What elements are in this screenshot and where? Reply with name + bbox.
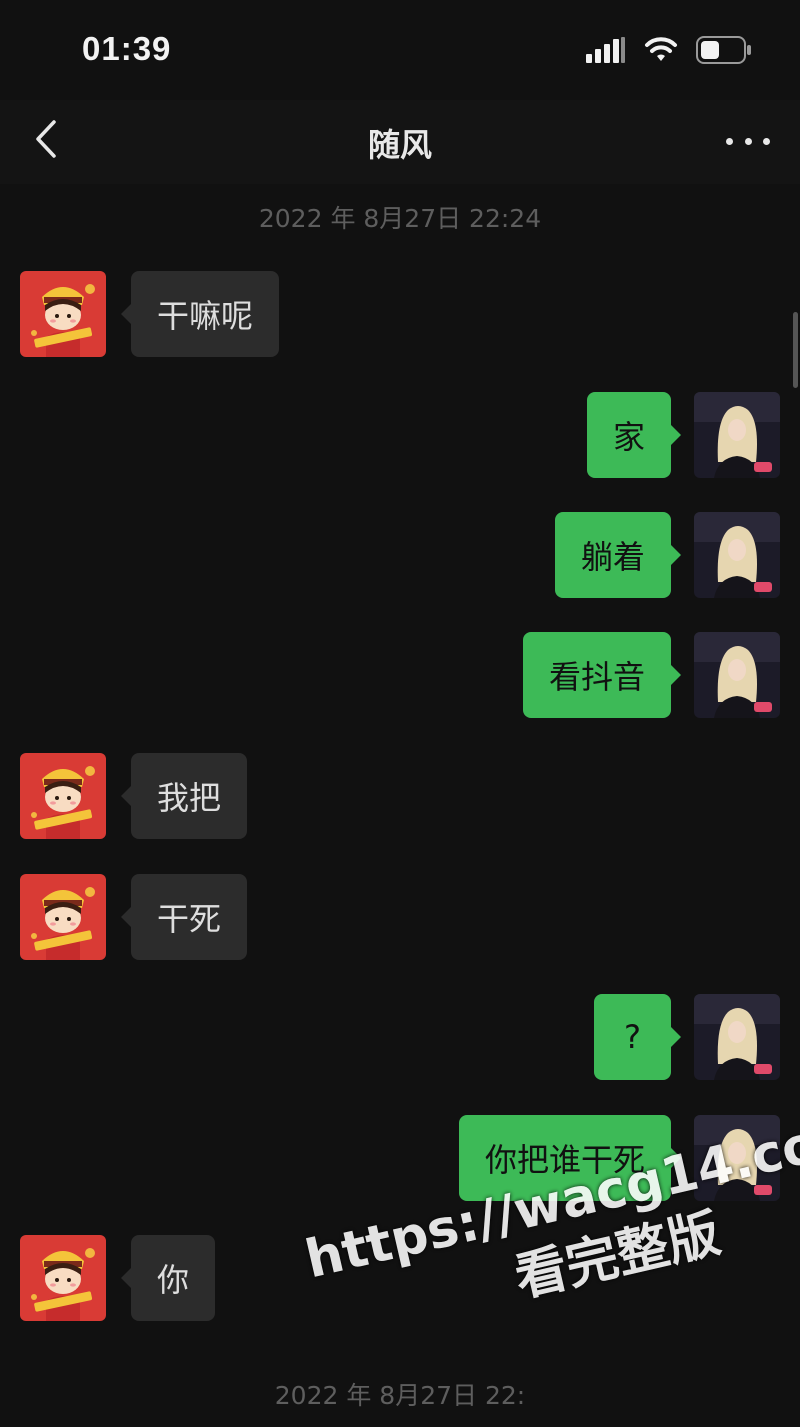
message-row: 我把 bbox=[0, 753, 800, 839]
status-icons bbox=[586, 36, 752, 68]
nav-bar: 随风 bbox=[0, 100, 800, 184]
message-row: 看抖音 bbox=[0, 632, 800, 718]
message-row: 躺着 bbox=[0, 512, 800, 598]
outgoing-message-bubble[interactable]: 看抖音 bbox=[522, 632, 682, 718]
outgoing-message-bubble[interactable]: ? bbox=[594, 994, 681, 1080]
more-icon bbox=[726, 137, 733, 145]
self-avatar[interactable] bbox=[694, 512, 780, 598]
chat-title: 随风 bbox=[367, 126, 432, 164]
message-row: ? bbox=[0, 994, 800, 1080]
incoming-message-bubble[interactable]: 干死 bbox=[120, 874, 248, 960]
contact-avatar[interactable] bbox=[20, 271, 106, 357]
status-time: 01:39 bbox=[82, 30, 172, 67]
contact-avatar[interactable] bbox=[20, 753, 106, 839]
status-bar: 01:39 bbox=[0, 0, 800, 100]
signal-icon bbox=[586, 37, 626, 67]
self-avatar[interactable] bbox=[694, 392, 780, 478]
scroll-indicator[interactable] bbox=[793, 312, 798, 388]
message-row: 你 bbox=[0, 1235, 800, 1321]
wifi-icon bbox=[644, 37, 678, 67]
message-row: 你把谁干死 bbox=[0, 1115, 800, 1201]
message-row: 干死 bbox=[0, 874, 800, 960]
message-timestamp: 2022 年 8月27日 22:24 bbox=[258, 204, 542, 233]
outgoing-message-bubble[interactable]: 躺着 bbox=[554, 512, 682, 598]
self-avatar[interactable] bbox=[694, 994, 780, 1080]
battery-icon bbox=[696, 36, 752, 68]
message-row: 干嘛呢 bbox=[0, 271, 800, 357]
outgoing-message-bubble[interactable]: 你把谁干死 bbox=[458, 1115, 682, 1201]
incoming-message-bubble[interactable]: 你 bbox=[120, 1235, 216, 1321]
contact-avatar[interactable] bbox=[20, 874, 106, 960]
more-button[interactable] bbox=[726, 126, 770, 156]
incoming-message-bubble[interactable]: 干嘛呢 bbox=[120, 271, 280, 357]
outgoing-message-bubble[interactable]: 家 bbox=[586, 392, 682, 478]
incoming-message-bubble[interactable]: 我把 bbox=[120, 753, 248, 839]
contact-avatar[interactable] bbox=[20, 1235, 106, 1321]
message-timestamp: 2022 年 8月27日 22: bbox=[274, 1381, 526, 1410]
self-avatar[interactable] bbox=[694, 1115, 780, 1201]
self-avatar[interactable] bbox=[694, 632, 780, 718]
message-row: 家 bbox=[0, 392, 800, 478]
